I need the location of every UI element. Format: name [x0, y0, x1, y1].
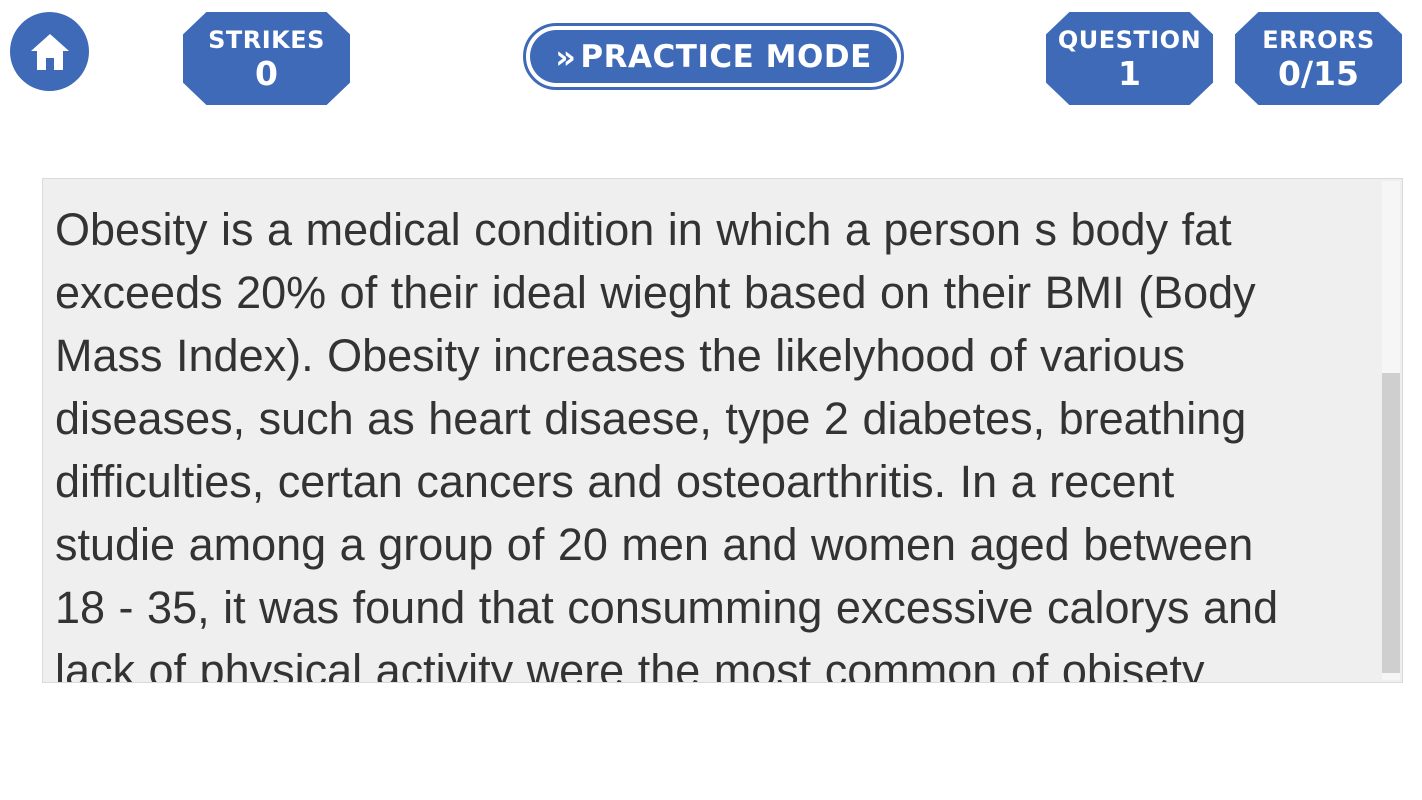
practice-mode-button[interactable]: » PRACTICE MODE [523, 23, 904, 90]
passage-text: Obesity is a medical condition in which … [55, 198, 1375, 683]
passage-line: difficulties, certan cancers and osteoar… [55, 456, 1175, 507]
errors-counter: ERRORS 0/15 [1235, 12, 1402, 105]
game-screen: STRIKES 0 » PRACTICE MODE QUESTION 1 ERR… [0, 0, 1422, 800]
passage-line: lack of physical activity were the most … [55, 645, 1205, 683]
strikes-label: STRIKES [208, 25, 325, 54]
home-button[interactable] [10, 12, 89, 91]
mode-label: PRACTICE MODE [580, 38, 872, 75]
passage-line: studie among a group of 20 men and women… [55, 519, 1254, 570]
strikes-counter: STRIKES 0 [183, 12, 350, 105]
double-chevron-right-icon: » [555, 37, 577, 76]
scrollbar-thumb[interactable] [1382, 373, 1400, 673]
scrollbar[interactable] [1382, 181, 1400, 680]
passage-line: diseases, such as heart disaese, type 2 … [55, 393, 1247, 444]
home-icon [30, 33, 69, 70]
strikes-value: 0 [255, 53, 278, 93]
passage-line: Obesity is a medical condition in which … [55, 204, 1232, 255]
passage-panel[interactable]: Obesity is a medical condition in which … [42, 178, 1403, 683]
practice-mode-pill: » PRACTICE MODE [530, 30, 897, 83]
passage-line: Mass Index). Obesity increases the likel… [55, 330, 1186, 381]
question-label: QUESTION [1057, 25, 1202, 54]
question-counter: QUESTION 1 [1046, 12, 1213, 105]
passage-line: 18 - 35, it was found that consumming ex… [55, 582, 1279, 633]
passage-line: exceeds 20% of their ideal wieght based … [55, 267, 1256, 318]
errors-value: 0/15 [1278, 53, 1359, 93]
question-value: 1 [1118, 53, 1141, 93]
errors-label: ERRORS [1262, 25, 1375, 54]
